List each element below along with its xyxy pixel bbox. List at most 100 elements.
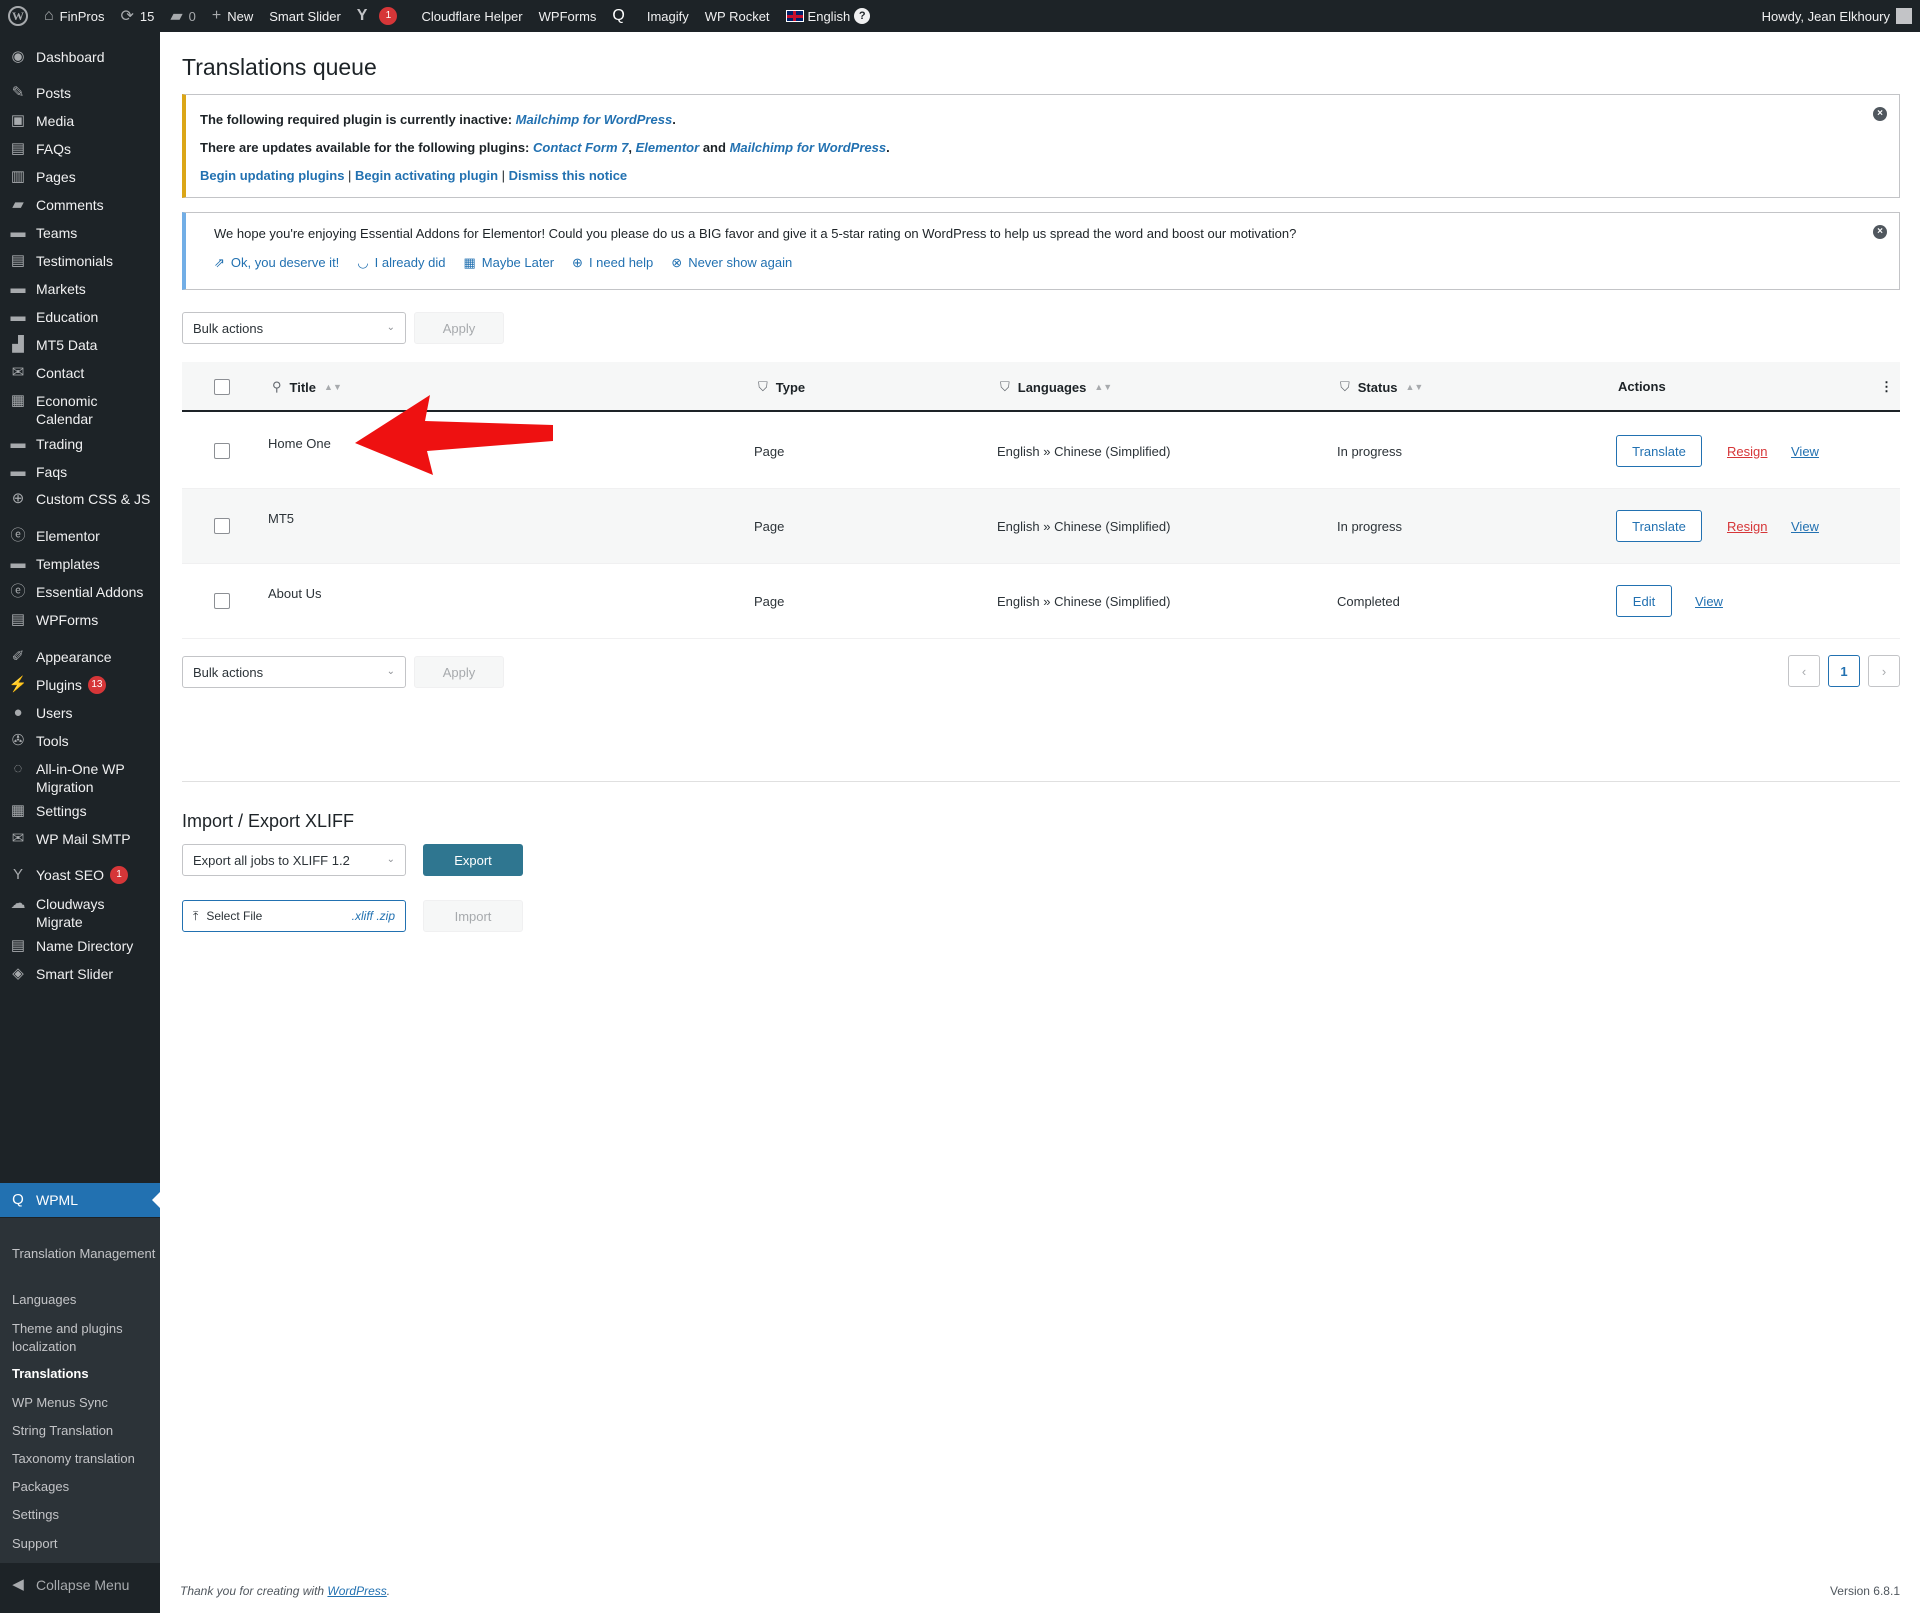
sidebar-item-essential-addons[interactable]: ⓔ Essential Addons — [0, 583, 160, 601]
export-select[interactable]: Export all jobs to XLIFF 1.2 ⌄ — [182, 844, 406, 876]
column-options-icon[interactable]: ⋮ — [1880, 379, 1893, 395]
submenu-item-theme-and-plugins-localization[interactable]: Theme and plugins localization — [12, 1320, 157, 1356]
sidebar-item-wp-mail-smtp[interactable]: ✉ WP Mail SMTP — [0, 830, 160, 848]
sidebar-item-economic-calendar[interactable]: ▦ Economic Calendar — [0, 392, 160, 428]
submenu-item-settings[interactable]: Settings — [12, 1506, 157, 1524]
dismiss-notice-link[interactable]: Dismiss this notice — [509, 168, 627, 183]
sidebar-item-cloudways-migrate[interactable]: ☁ Cloudways Migrate — [0, 895, 160, 931]
select-file-input[interactable]: ⤒ Select File .xliff .zip — [182, 900, 406, 932]
ea-help-link[interactable]: ⊕ I need help — [572, 255, 653, 271]
updates-link[interactable]: ⟳ 15 — [112, 0, 162, 32]
apply-button-bottom[interactable]: Apply — [414, 656, 504, 688]
sidebar-item-markets[interactable]: ▬ Markets — [0, 280, 160, 298]
ea-later-link[interactable]: ▦ Maybe Later — [463, 255, 554, 271]
th-title[interactable]: ⚲ Title ▲▼ — [272, 379, 342, 395]
begin-activating-link[interactable]: Begin activating plugin — [355, 168, 498, 183]
collapse-menu-button[interactable]: ◀ Collapse Menu — [0, 1576, 137, 1594]
ea-ok-link[interactable]: ⇗ Ok, you deserve it! — [214, 255, 339, 271]
submenu-item-string-translation[interactable]: String Translation — [12, 1422, 157, 1440]
submenu-item-support[interactable]: Support — [12, 1535, 157, 1553]
ea-already-link[interactable]: ◡ I already did — [357, 255, 445, 271]
pagination-next[interactable]: › — [1868, 655, 1900, 687]
sidebar-item-name-directory[interactable]: ▤ Name Directory — [0, 937, 160, 955]
sidebar-item-wpforms[interactable]: ▤ WPForms — [0, 611, 160, 629]
ea-never-link[interactable]: ⊗ Never show again — [671, 255, 792, 271]
begin-updating-link[interactable]: Begin updating plugins — [200, 168, 344, 183]
mailchimp-link-1[interactable]: Mailchimp for WordPress — [516, 112, 673, 127]
contact-form-7-link[interactable]: Contact Form 7 — [533, 140, 628, 155]
sidebar-item-elementor[interactable]: ⓔ Elementor — [0, 527, 160, 545]
view-link[interactable]: View — [1791, 444, 1819, 459]
submenu-item-packages[interactable]: Packages — [12, 1478, 157, 1496]
new-content-link[interactable]: + New — [204, 0, 261, 32]
row-checkbox[interactable] — [214, 518, 230, 534]
resign-link[interactable]: Resign — [1727, 519, 1767, 534]
wpml-link[interactable]: Q — [604, 0, 638, 32]
sidebar-item-wpml[interactable]: Q WPML — [0, 1183, 160, 1217]
wpforms-link[interactable]: WPForms — [531, 0, 605, 32]
th-status[interactable]: ⛉ Status ▲▼ — [1340, 379, 1423, 395]
translate-button[interactable]: Translate — [1616, 435, 1702, 467]
sidebar-item-settings[interactable]: ▦ Settings — [0, 802, 160, 820]
submenu-item-translation-management[interactable]: Translation Management — [12, 1245, 157, 1263]
sidebar-item-comments[interactable]: ▰ Comments — [0, 196, 160, 214]
sidebar-item-pages[interactable]: ▥ Pages — [0, 168, 160, 186]
sidebar-item-dashboard[interactable]: ◉ Dashboard — [0, 48, 160, 66]
imagify-link[interactable]: Imagify — [639, 0, 697, 32]
wp-rocket-link[interactable]: WP Rocket — [697, 0, 778, 32]
sidebar-item-testimonials[interactable]: ▤ Testimonials — [0, 252, 160, 270]
wp-logo-menu[interactable]: W — [0, 0, 36, 32]
yoast-link[interactable]: Y1 — [349, 0, 406, 32]
sidebar-item-smart-slider[interactable]: ◈ Smart Slider — [0, 965, 160, 983]
resign-link[interactable]: Resign — [1727, 444, 1767, 459]
pagination-current[interactable]: 1 — [1828, 655, 1860, 687]
pagination-prev[interactable]: ‹ — [1788, 655, 1820, 687]
sidebar-item-media[interactable]: ▣ Media — [0, 112, 160, 130]
close-icon[interactable]: × — [1873, 107, 1887, 121]
import-button[interactable]: Import — [423, 900, 523, 932]
bulk-actions-select-top[interactable]: Bulk actions ⌄ — [182, 312, 406, 344]
sidebar-item-trading[interactable]: ▬ Trading — [0, 435, 160, 453]
my-account-menu[interactable]: Howdy, Jean Elkhoury — [1754, 0, 1920, 32]
elementor-link[interactable]: Elementor — [636, 140, 700, 155]
bulk-actions-select-bottom[interactable]: Bulk actions ⌄ — [182, 656, 406, 688]
footer-wordpress-link[interactable]: WordPress — [327, 1584, 386, 1598]
sidebar-item-all-in-one-wp-migration[interactable]: ◌ All-in-One WP Migration — [0, 760, 160, 796]
submenu-item-translations[interactable]: Translations — [12, 1365, 157, 1383]
site-name-link[interactable]: ⌂ FinPros — [36, 0, 112, 32]
sidebar-item-posts[interactable]: ✎ Posts — [0, 84, 160, 102]
sidebar-item-faqs[interactable]: ▬ Faqs — [0, 463, 160, 481]
comments-link[interactable]: ▰ 0 — [162, 0, 204, 32]
sidebar-item-yoast-seo[interactable]: Y Yoast SEO 1 — [0, 866, 160, 884]
sidebar-item-teams[interactable]: ▬ Teams — [0, 224, 160, 242]
submenu-item-wp-menus-sync[interactable]: WP Menus Sync — [12, 1394, 157, 1412]
submenu-item-taxonomy-translation[interactable]: Taxonomy translation — [12, 1450, 157, 1468]
apply-button-top[interactable]: Apply — [414, 312, 504, 344]
close-icon[interactable]: × — [1873, 225, 1887, 239]
sidebar-item-plugins[interactable]: ⚡ Plugins 13 — [0, 676, 160, 694]
sidebar-item-education[interactable]: ▬ Education — [0, 308, 160, 326]
language-switcher[interactable]: English? — [778, 0, 879, 32]
smart-slider-link[interactable]: Smart Slider — [261, 0, 349, 32]
view-link[interactable]: View — [1695, 594, 1723, 609]
sidebar-item-faqs[interactable]: ▤ FAQs — [0, 140, 160, 158]
mailchimp-link-2[interactable]: Mailchimp for WordPress — [730, 140, 887, 155]
sidebar-item-contact[interactable]: ✉ Contact — [0, 364, 160, 382]
row-checkbox[interactable] — [214, 443, 230, 459]
th-languages[interactable]: ⛉ Languages ▲▼ — [1000, 379, 1112, 395]
sidebar-item-mt5-data[interactable]: ▟ MT5 Data — [0, 336, 160, 354]
row-checkbox[interactable] — [214, 593, 230, 609]
export-button[interactable]: Export — [423, 844, 523, 876]
view-link[interactable]: View — [1791, 519, 1819, 534]
submenu-item-languages[interactable]: Languages — [12, 1291, 157, 1309]
th-type[interactable]: ⛉ Type — [758, 379, 805, 395]
sidebar-item-templates[interactable]: ▬ Templates — [0, 555, 160, 573]
cloudflare-link[interactable]: Cloudflare Helper — [413, 0, 530, 32]
sidebar-item-custom-css-js[interactable]: ⊕ Custom CSS & JS — [0, 490, 160, 508]
select-all-checkbox[interactable] — [214, 379, 230, 395]
sidebar-item-tools[interactable]: ✇ Tools — [0, 732, 160, 750]
sidebar-item-users[interactable]: ● Users — [0, 704, 160, 722]
edit-button[interactable]: Edit — [1616, 585, 1672, 617]
translate-button[interactable]: Translate — [1616, 510, 1702, 542]
sidebar-item-appearance[interactable]: ✐ Appearance — [0, 648, 160, 666]
